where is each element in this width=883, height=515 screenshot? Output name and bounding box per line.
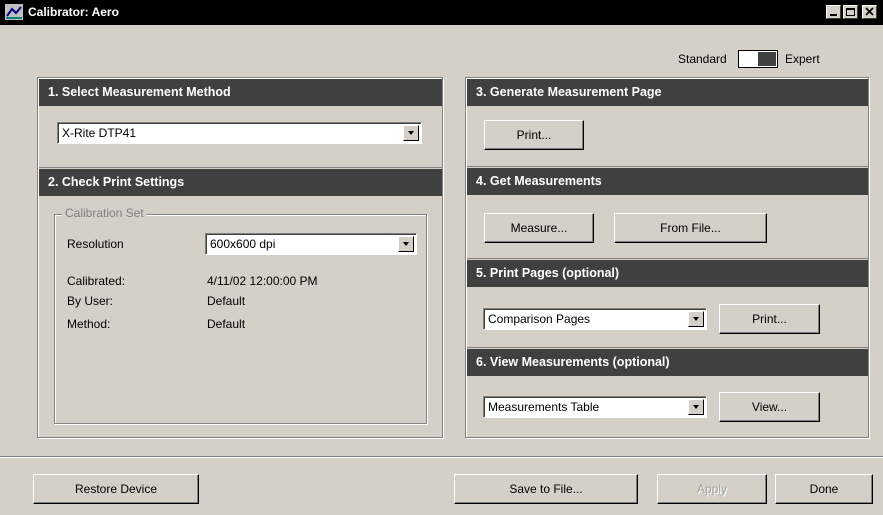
byuser-value: Default	[207, 294, 246, 308]
close-icon[interactable]	[862, 5, 877, 19]
section2-header: 2. Check Print Settings	[39, 169, 442, 196]
calibrated-value: 4/11/02 12:00:00 PM	[207, 274, 318, 288]
method-label: Method:	[67, 317, 111, 331]
minimize-icon[interactable]	[826, 5, 841, 19]
calibrated-label: Calibrated:	[67, 274, 126, 288]
measurement-method-value: X-Rite DTP41	[62, 126, 137, 140]
save-to-file-button[interactable]: Save to File...	[454, 474, 638, 504]
footer-separator	[0, 456, 883, 458]
view-button[interactable]: View...	[719, 392, 820, 422]
maximize-icon[interactable]	[843, 5, 858, 19]
byuser-label: By User:	[67, 294, 114, 308]
view-measurements-select[interactable]: Measurements Table	[483, 396, 707, 418]
section1-header: 1. Select Measurement Method	[39, 79, 442, 106]
print-pages-select[interactable]: Comparison Pages	[483, 308, 707, 330]
chevron-down-icon[interactable]	[688, 399, 704, 415]
right-panel: 3. Generate Measurement Page Print... 4.…	[465, 77, 869, 438]
measure-button[interactable]: Measure...	[484, 213, 594, 243]
section5-header: 5. Print Pages (optional)	[467, 260, 868, 287]
title-bar[interactable]: Calibrator: Aero	[0, 0, 883, 25]
calibrator-icon	[5, 4, 23, 20]
section5-body: Comparison Pages Print...	[467, 287, 868, 348]
apply-button[interactable]: Apply	[657, 474, 767, 504]
calibration-set-legend: Calibration Set	[62, 206, 147, 220]
resolution-label: Resolution	[67, 237, 124, 251]
window-title: Calibrator: Aero	[28, 5, 119, 19]
from-file-button[interactable]: From File...	[614, 213, 767, 243]
chevron-down-icon[interactable]	[688, 311, 704, 327]
section6-header: 6. View Measurements (optional)	[467, 349, 868, 376]
left-panel: 1. Select Measurement Method X-Rite DTP4…	[37, 77, 443, 438]
expert-label: Expert	[785, 52, 820, 66]
generate-print-button[interactable]: Print...	[484, 120, 584, 150]
method-value: Default	[207, 317, 246, 331]
done-button[interactable]: Done	[775, 474, 873, 504]
chevron-down-icon[interactable]	[403, 125, 419, 141]
resolution-value: 600x600 dpi	[210, 237, 276, 251]
section3-header: 3. Generate Measurement Page	[467, 79, 868, 106]
resolution-select[interactable]: 600x600 dpi	[205, 233, 417, 255]
section6-body: Measurements Table View...	[467, 376, 868, 437]
section3-body: Print...	[467, 106, 868, 167]
chevron-down-icon[interactable]	[398, 236, 414, 252]
standard-label: Standard	[678, 52, 727, 66]
measurement-method-select[interactable]: X-Rite DTP41	[57, 122, 422, 144]
mode-toggle[interactable]	[738, 50, 778, 68]
section4-body: Measure... From File...	[467, 195, 868, 259]
toggle-knob[interactable]	[758, 52, 776, 66]
pages-print-button[interactable]: Print...	[719, 304, 820, 334]
section4-header: 4. Get Measurements	[467, 168, 868, 195]
section1-body: X-Rite DTP41	[39, 106, 442, 168]
view-measurements-value: Measurements Table	[488, 400, 600, 414]
print-pages-value: Comparison Pages	[488, 312, 591, 326]
restore-device-button[interactable]: Restore Device	[33, 474, 199, 504]
